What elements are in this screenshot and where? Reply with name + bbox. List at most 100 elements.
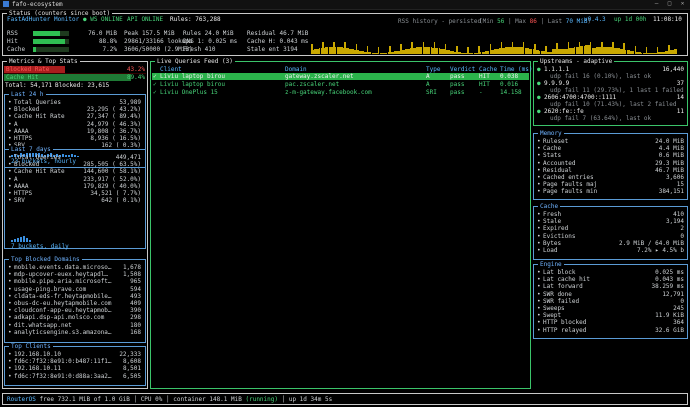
- rules-mem-stat: Rules 24.0 MiB: [183, 30, 234, 37]
- blocked-domain-row-value: 168: [130, 328, 141, 336]
- memory-row-label: Stats: [543, 152, 562, 160]
- bullet-icon: •: [8, 278, 12, 286]
- engine-row-value: 38.259 ms: [651, 283, 684, 291]
- cache-row-label: Bytes: [543, 239, 562, 247]
- title-bar: fafo-ecosystem – □ ✕: [0, 0, 690, 10]
- bullet-icon: •: [537, 218, 541, 226]
- metrics-panel: Metrics & Top Stats Blocked Rate 43.2% C…: [2, 58, 148, 389]
- upstream-status-icon: ●: [537, 66, 541, 73]
- last-24h-row-label: AAAA: [14, 127, 29, 135]
- bullet-icon: •: [8, 351, 12, 358]
- feed-client: Liviu laptop birou: [160, 81, 226, 88]
- blocked-domain-row-label: mdp-upcover-euex.heytapdl…: [14, 271, 108, 279]
- cache-bar: [33, 47, 36, 52]
- blocked-domain-row-value: 1,508: [122, 271, 141, 279]
- api-status-badge: API ONLINE: [127, 16, 164, 23]
- engine-row-value: 0.025 ms: [655, 269, 684, 276]
- rss-key: RSS: [7, 30, 18, 37]
- feed-client: Liviu laptop birou: [160, 73, 226, 80]
- last-24h-row-value: 53,989: [119, 99, 141, 106]
- minimize-icon[interactable]: –: [650, 0, 663, 9]
- last-24h-title: Last 24 h: [9, 91, 46, 99]
- check-icon: ✓: [153, 89, 157, 96]
- hit-value: 88.8%: [98, 38, 117, 45]
- last-24h-row-value: 23,295 ( 43.2%): [86, 106, 141, 114]
- bullet-icon: •: [8, 161, 12, 169]
- blocked-domain-row-value: 298: [130, 314, 141, 322]
- rss-value: 76.0 MiB: [88, 30, 117, 37]
- client-row-label: fd6c:7f32:8e91:0:d88a:3aa2…: [14, 372, 112, 380]
- close-icon[interactable]: ✕: [676, 0, 689, 9]
- cache-latency-stat: Cache H: 0.043 ms: [247, 38, 309, 45]
- rss-max-label: Max: [515, 18, 527, 25]
- last-7d-row-value: 179,829 ( 40.0%): [83, 182, 141, 190]
- last-7d-row-label: Cache Hit Rate: [14, 168, 65, 176]
- bullet-icon: •: [8, 372, 12, 380]
- engine-row-label: Sweeps: [543, 305, 565, 312]
- app-name: FastAdHunter Monitor: [7, 16, 80, 23]
- bullet-icon: •: [537, 145, 541, 153]
- last-24h-row-label: HTTPS: [14, 135, 33, 142]
- window-title: fafo-ecosystem: [12, 1, 63, 8]
- blocked-domain-row-value: 390: [130, 307, 141, 315]
- bullet-icon: •: [537, 297, 541, 305]
- footer-uptime: up 1d 34m 5s: [288, 396, 333, 403]
- memory-row-label: Cached entries: [543, 174, 594, 181]
- blocked-domain-row-label: dit.whatsapp.net: [14, 321, 72, 329]
- blocked-domain-row-label: analyticsengine.s3.amazona…: [14, 328, 112, 336]
- upstreams-title: Upstreams - adaptive: [538, 58, 615, 66]
- feed-verdict: pass: [450, 73, 465, 80]
- blocked-domain-row-label: cloudconf-app-eu.heytapmob…: [14, 307, 112, 315]
- engine-row-label: HTTP relayed: [543, 326, 587, 334]
- engine-row-value: 11.9 KiB: [655, 312, 684, 320]
- bullet-icon: •: [537, 326, 541, 334]
- last-24h-row-label: Blocked: [14, 106, 40, 114]
- blocked-rate-label: Blocked Rate: [6, 66, 50, 73]
- bullet-icon: •: [537, 159, 541, 167]
- last-7d-row-value: 233,917 ( 52.0%): [83, 175, 141, 183]
- bullet-icon: •: [8, 154, 12, 161]
- bullet-icon: •: [8, 271, 12, 279]
- upstream-detail: udp fail 7 (63.64%), last ok: [550, 115, 652, 122]
- last-24h-row-value: 27,347 ( 89.4%): [86, 113, 141, 121]
- rss-min-label: Min: [482, 18, 494, 25]
- top-blocked-domains-section: Top Blocked Domains • mobile.events.data.…: [4, 256, 146, 343]
- feed-verdict: pass: [450, 81, 465, 88]
- memory-title: Memory: [538, 130, 564, 138]
- bullet-icon: •: [537, 319, 541, 327]
- version-label: v0.4.3: [584, 16, 606, 23]
- blocked-domain-row-label: obus-dc-eu.heytapmobile.com: [14, 300, 112, 307]
- bullet-icon: •: [8, 127, 12, 135]
- client-row-value: 8,501: [122, 365, 141, 373]
- app-window: fafo-ecosystem – □ ✕ Status (counters si…: [0, 0, 690, 407]
- last-7d-row-value: 144,600 ( 58.1%): [83, 168, 141, 176]
- top-clients-section: Top Clients • 192.168.10.10 22,333 • fd6c:7f…: [4, 343, 146, 386]
- rss-last-label: Last: [547, 18, 563, 25]
- last-7d-row-value: 285,505 ( 63.5%): [83, 161, 141, 169]
- memory-row-label: Residual: [543, 166, 572, 174]
- client-row-value: 8,608: [122, 358, 141, 366]
- upstream-status-icon: ●: [537, 94, 541, 101]
- bullet-icon: •: [537, 166, 541, 174]
- top-clients-title: Top Clients: [9, 343, 53, 351]
- bullet-icon: •: [8, 300, 12, 307]
- blocked-count: Blocked: 23,615: [55, 82, 110, 89]
- footer-free: free 732.1 MiB of 1.0 GiB: [39, 396, 130, 403]
- bullet-icon: •: [8, 168, 12, 176]
- last-7d-footer: 7 buckets, daily: [11, 243, 69, 250]
- bullet-icon: •: [537, 283, 541, 291]
- cache-key: Cache: [7, 46, 26, 53]
- feed-client: Liviu OnePlus 15: [160, 89, 218, 96]
- residual-stat: Residual 46.7 MiB: [247, 30, 309, 37]
- rss-min: 56: [497, 18, 505, 25]
- engine-row-label: SWR failed: [543, 297, 580, 305]
- total-count: Total: 54,171: [5, 82, 52, 89]
- engine-row-value: 0.043 ms: [655, 276, 684, 284]
- engine-row-label: Swept: [543, 312, 562, 320]
- maximize-icon[interactable]: □: [663, 0, 676, 9]
- bullet-icon: •: [8, 190, 12, 197]
- feed-time: 0.038: [500, 73, 519, 80]
- footer-cpu: CPU 0%: [140, 396, 163, 403]
- upstreams-panel: Upstreams - adaptive ● 1.1.1.1 16,440 udp f…: [533, 58, 688, 126]
- blocked-domain-row-label: mobile.pipe.aria.microsoft…: [14, 278, 112, 286]
